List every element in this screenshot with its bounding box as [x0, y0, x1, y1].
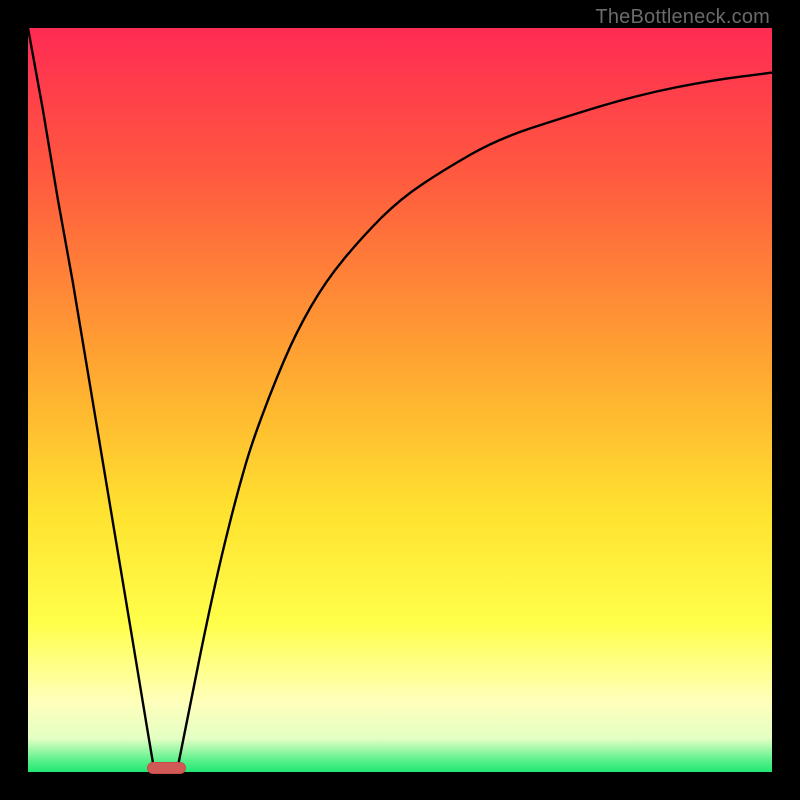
chart-frame: TheBottleneck.com: [0, 0, 800, 800]
curve-layer: [28, 28, 772, 772]
left-branch-curve: [28, 28, 155, 772]
watermark-text: TheBottleneck.com: [595, 6, 770, 29]
min-region-marker: [147, 762, 186, 774]
right-branch-curve: [177, 73, 772, 772]
